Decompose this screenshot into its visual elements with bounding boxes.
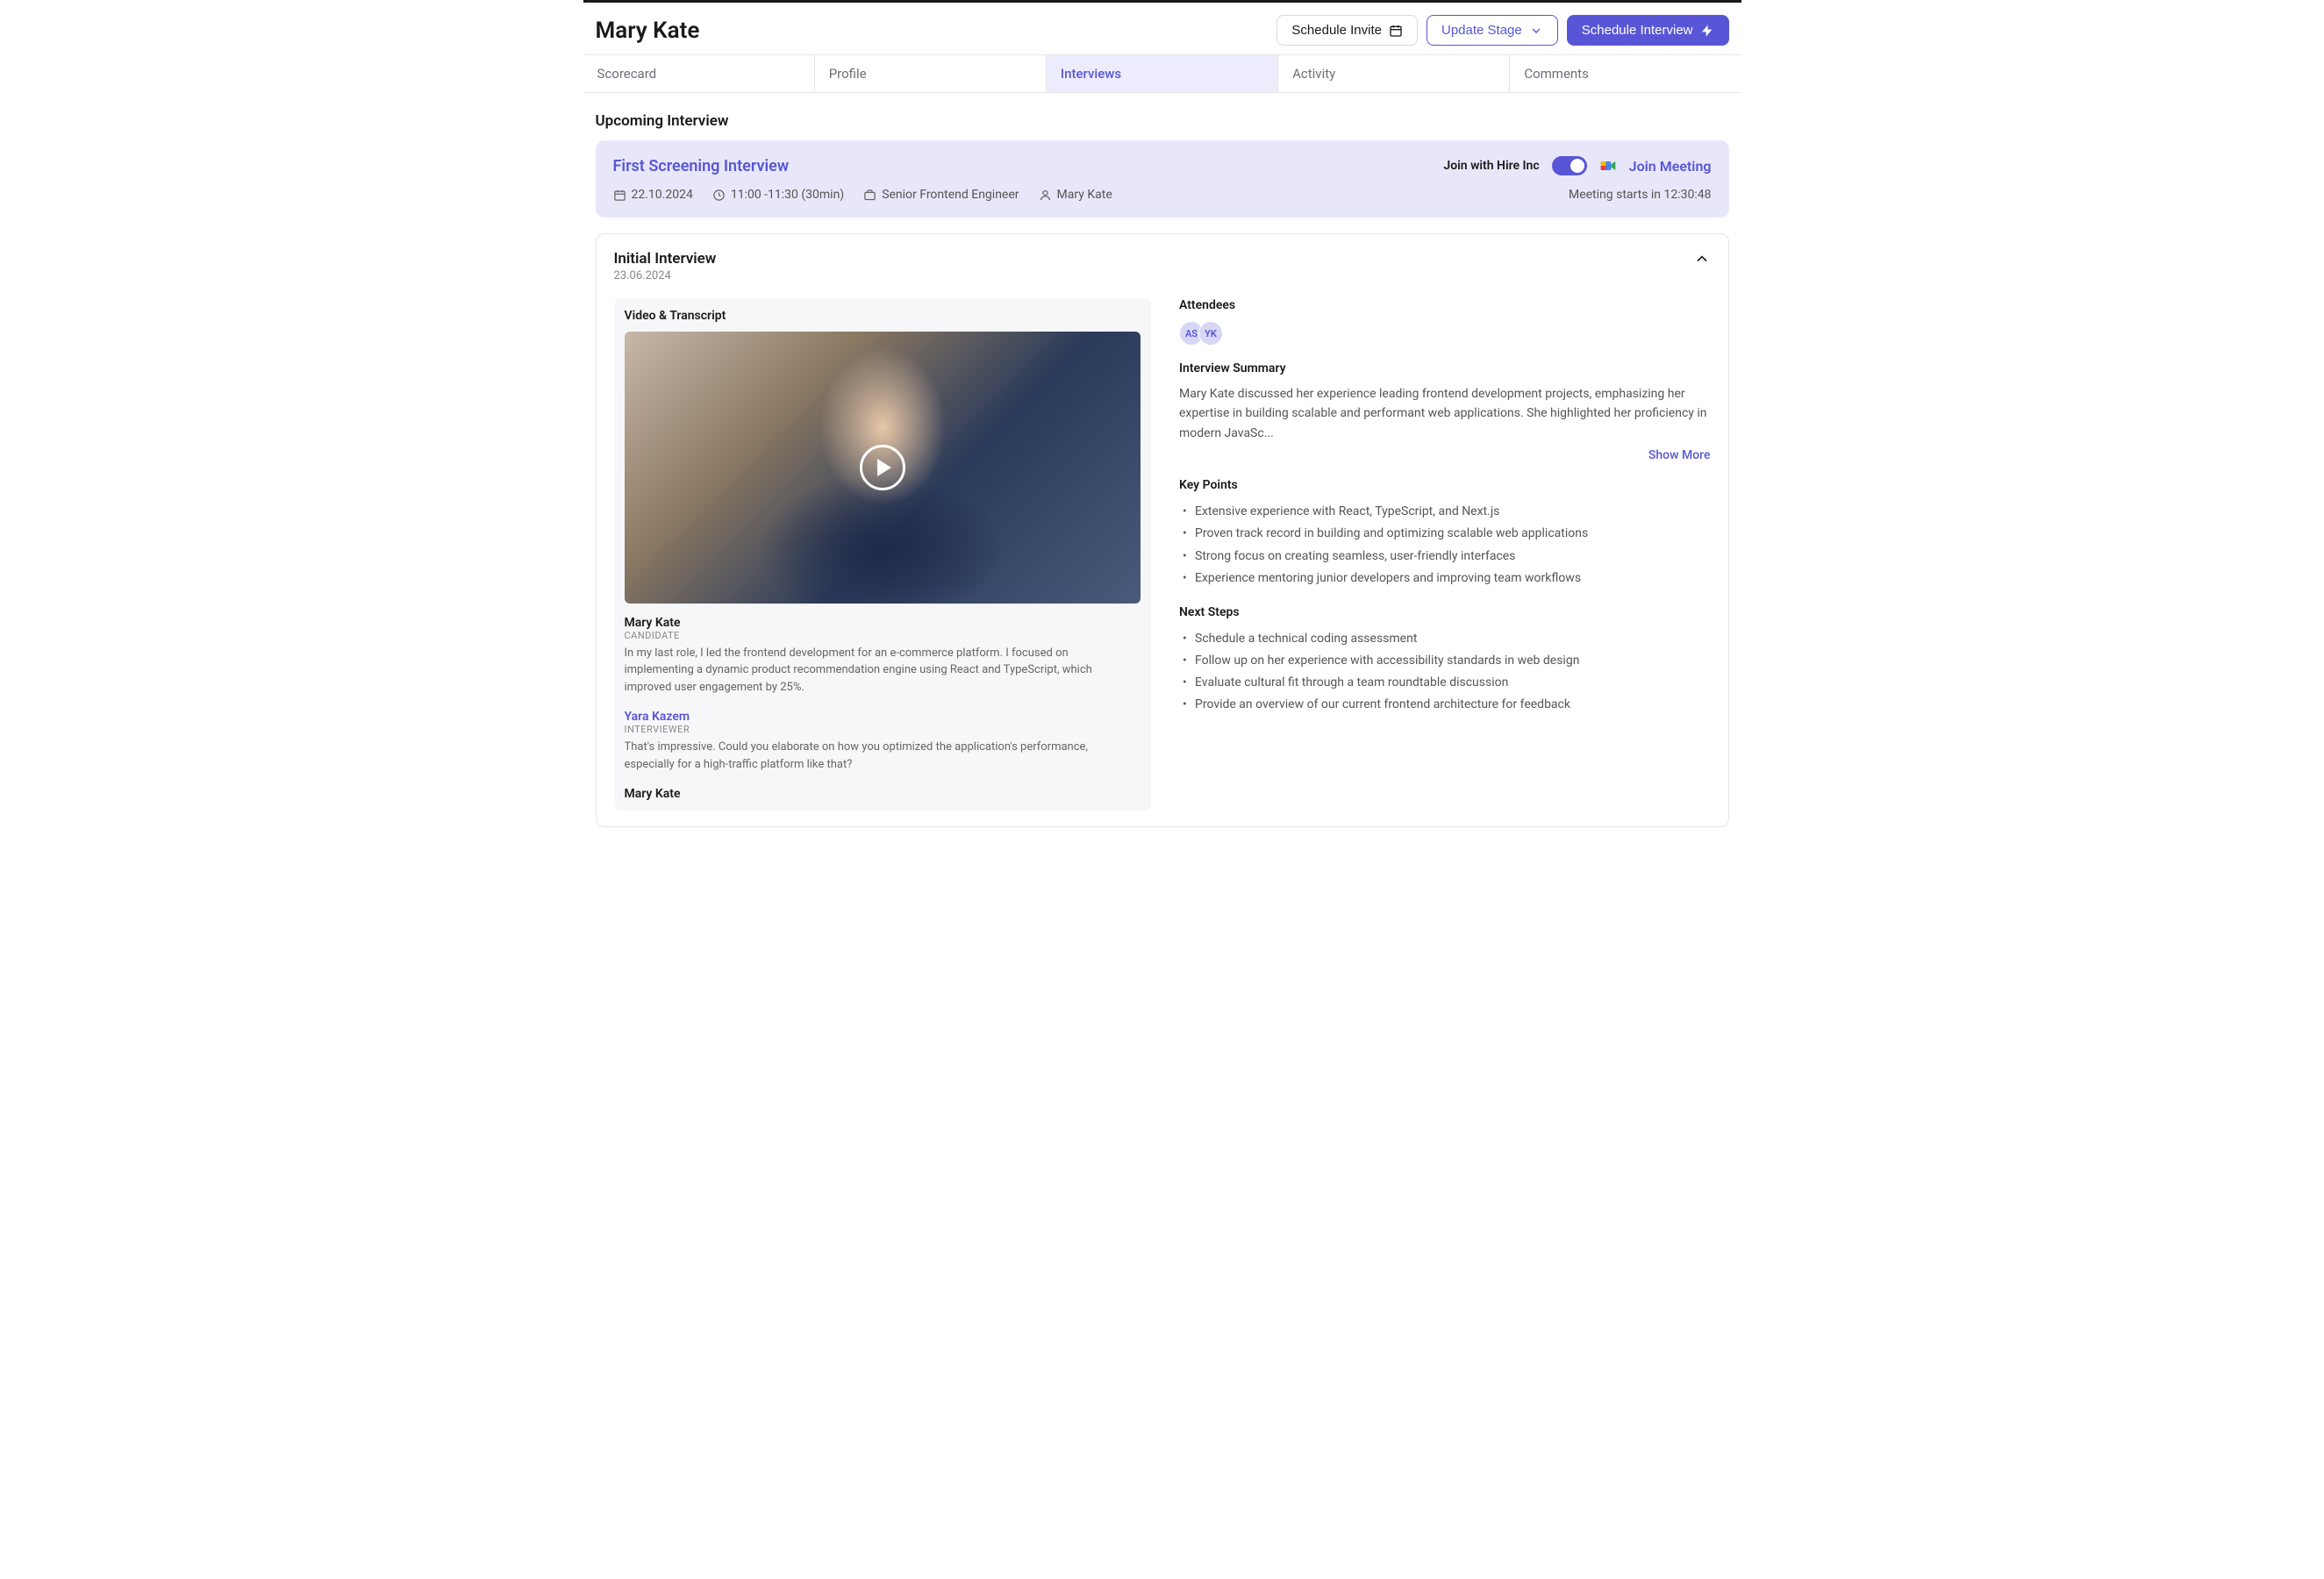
collapse-toggle[interactable]: [1693, 250, 1711, 271]
upcoming-section-title: Upcoming Interview: [596, 112, 1729, 130]
meeting-time: 11:00 -11:30 (30min): [712, 188, 844, 202]
show-more-link[interactable]: Show More: [1179, 448, 1711, 462]
transcript-text: In my last role, I led the frontend deve…: [625, 645, 1134, 697]
briefcase-icon: [863, 189, 876, 202]
attendees-list: AS YK: [1179, 321, 1711, 346]
meeting-role-value: Senior Frontend Engineer: [882, 188, 1019, 202]
clock-icon: [712, 189, 726, 202]
avatar[interactable]: YK: [1198, 321, 1223, 346]
chevron-up-icon: [1693, 250, 1711, 268]
schedule-invite-button[interactable]: Schedule Invite: [1276, 15, 1418, 46]
transcript-text: That's impressive. Could you elaborate o…: [625, 739, 1134, 773]
chevron-down-icon: [1529, 24, 1543, 38]
keypoints-list: Extensive experience with React, TypeScr…: [1179, 501, 1711, 589]
nextstep-item: Follow up on her experience with accessi…: [1179, 650, 1711, 672]
meeting-date-value: 22.10.2024: [632, 188, 693, 202]
interview-video[interactable]: [625, 332, 1141, 604]
tab-interviews[interactable]: Interviews: [1047, 55, 1278, 92]
schedule-interview-button[interactable]: Schedule Interview: [1567, 15, 1729, 46]
tab-comments[interactable]: Comments: [1510, 55, 1741, 92]
update-stage-label: Update Stage: [1441, 23, 1522, 38]
header-actions: Schedule Invite Update Stage Schedule In…: [1276, 15, 1728, 46]
transcript-scroll[interactable]: Mary Kate CANDIDATE In my last role, I l…: [625, 616, 1141, 800]
keypoint-item: Experience mentoring junior developers a…: [1179, 568, 1711, 589]
nextsteps-head: Next Steps: [1179, 605, 1711, 619]
meeting-role: Senior Frontend Engineer: [863, 188, 1019, 202]
lightning-icon: [1700, 24, 1714, 38]
transcript-speaker: Yara Kazem: [625, 710, 1134, 724]
user-icon: [1039, 189, 1052, 202]
join-toggle[interactable]: [1552, 156, 1587, 175]
keypoint-item: Proven track record in building and opti…: [1179, 523, 1711, 545]
transcript-speaker: Mary Kate: [625, 787, 1134, 800]
transcript-entry: Mary Kate CANDIDATE: [625, 787, 1134, 800]
transcript-role: CANDIDATE: [625, 630, 1134, 641]
tab-activity[interactable]: Activity: [1278, 55, 1510, 92]
schedule-interview-label: Schedule Interview: [1582, 23, 1693, 38]
schedule-invite-label: Schedule Invite: [1291, 23, 1382, 38]
initial-interview-card: Initial Interview 23.06.2024 Video & Tra…: [596, 233, 1729, 827]
summary-head: Interview Summary: [1179, 361, 1711, 375]
keypoints-head: Key Points: [1179, 478, 1711, 492]
join-meeting-link[interactable]: Join Meeting: [1629, 158, 1712, 175]
calendar-icon: [1389, 24, 1403, 38]
video-transcript-head: Video & Transcript: [625, 309, 1141, 323]
keypoint-item: Extensive experience with React, TypeScr…: [1179, 501, 1711, 523]
keypoint-item: Strong focus on creating seamless, user-…: [1179, 546, 1711, 568]
upcoming-interview-card: First Screening Interview Join with Hire…: [596, 140, 1729, 218]
calendar-icon: [613, 189, 626, 202]
meeting-candidate: Mary Kate: [1039, 188, 1112, 202]
nextsteps-list: Schedule a technical coding assessment F…: [1179, 628, 1711, 717]
transcript-speaker: Mary Kate: [625, 616, 1134, 630]
meeting-date: 22.10.2024: [613, 188, 693, 202]
tabs: Scorecard Profile Interviews Activity Co…: [583, 54, 1741, 93]
update-stage-button[interactable]: Update Stage: [1427, 15, 1558, 46]
tab-profile[interactable]: Profile: [815, 55, 1047, 92]
nextstep-item: Provide an overview of our current front…: [1179, 694, 1711, 716]
meeting-time-value: 11:00 -11:30 (30min): [731, 188, 844, 202]
attendees-head: Attendees: [1179, 298, 1711, 312]
meeting-candidate-value: Mary Kate: [1057, 188, 1112, 202]
transcript-entry: Yara Kazem INTERVIEWER That's impressive…: [625, 710, 1134, 773]
summary-text: Mary Kate discussed her experience leadi…: [1179, 384, 1711, 443]
tab-scorecard[interactable]: Scorecard: [583, 55, 815, 92]
nextstep-item: Evaluate cultural fit through a team rou…: [1179, 672, 1711, 694]
page-title: Mary Kate: [596, 18, 700, 44]
transcript-role: INTERVIEWER: [625, 724, 1134, 735]
join-with-label: Join with Hire Inc: [1443, 159, 1539, 173]
transcript-entry: Mary Kate CANDIDATE In my last role, I l…: [625, 616, 1134, 697]
play-button[interactable]: [860, 445, 905, 490]
upcoming-title: First Screening Interview: [613, 157, 790, 175]
meeting-countdown: Meeting starts in 12:30:48: [1569, 188, 1712, 202]
google-meet-icon: [1599, 157, 1617, 175]
initial-date: 23.06.2024: [614, 269, 717, 282]
nextstep-item: Schedule a technical coding assessment: [1179, 628, 1711, 650]
initial-title: Initial Interview: [614, 250, 717, 268]
